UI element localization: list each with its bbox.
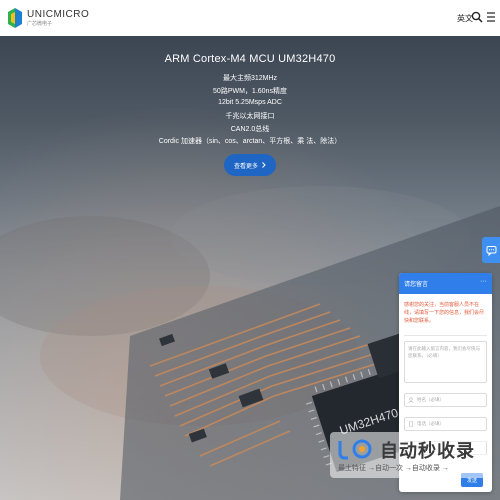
spec-line: 千兆以太网接口: [225, 113, 275, 120]
divider: [404, 335, 487, 336]
logo-title: UNICMICRO: [27, 8, 90, 20]
user-icon: [408, 397, 414, 403]
search-icon[interactable]: [471, 11, 483, 23]
view-more-button[interactable]: 查看更多: [224, 154, 276, 176]
watermark-title: 自动秒收录: [380, 441, 475, 461]
message-panel-header: 请您留言 ···: [399, 273, 492, 294]
menu-icon[interactable]: [487, 11, 495, 23]
spec-line: Cordic 加速器（sin、cos、arctan、平方根、乘 法、除法）: [158, 138, 342, 145]
name-field[interactable]: 姓名（必填）: [404, 393, 487, 407]
name-placeholder: 姓名（必填）: [417, 397, 444, 402]
hero-title: ARM Cortex-M4 MCU UM32H470: [164, 53, 336, 65]
chevron-right-icon: [262, 162, 266, 168]
view-more-label: 查看更多: [233, 163, 258, 170]
watermark-subtitle: 最土特征 →自动一次 →自动收录 →: [338, 465, 449, 472]
customer-service-tab[interactable]: [482, 237, 500, 263]
unicmicro-logo-icon: [8, 8, 22, 28]
spec-line: 50路PWM，1.60ns精度: [213, 88, 287, 95]
phone-icon: [409, 421, 413, 427]
spec-line: 最大主频312MHz: [222, 75, 278, 82]
spec-line: CAN2.0总线: [230, 126, 270, 133]
site-header: UNICMICRO 广芯微电子 英文: [0, 0, 500, 36]
phone-field[interactable]: 电话（必填）: [404, 417, 487, 431]
offline-message: 感谢您的关注，当前客服人员不在线，请填写一下您的信息，我们会尽快和您联系。: [404, 302, 485, 324]
logo-subtitle: 广芯微电子: [27, 20, 53, 27]
watermark: 自动秒收录 最土特征 →自动一次 →自动收录 →: [330, 432, 486, 478]
site-logo[interactable]: UNICMICRO 广芯微电子: [8, 6, 89, 30]
chat-bubble-icon: [486, 245, 496, 256]
more-options-icon[interactable]: ···: [480, 278, 487, 285]
message-textarea[interactable]: 请在此输入留言内容，我们会尽快与您联系。（必填）: [404, 341, 487, 383]
phone-placeholder: 电话（必填）: [417, 421, 444, 426]
watermark-logo-icon: [338, 439, 372, 460]
spec-line: 12bit 5.25Msps ADC: [218, 99, 282, 106]
message-panel-title: 请您留言: [404, 282, 429, 288]
